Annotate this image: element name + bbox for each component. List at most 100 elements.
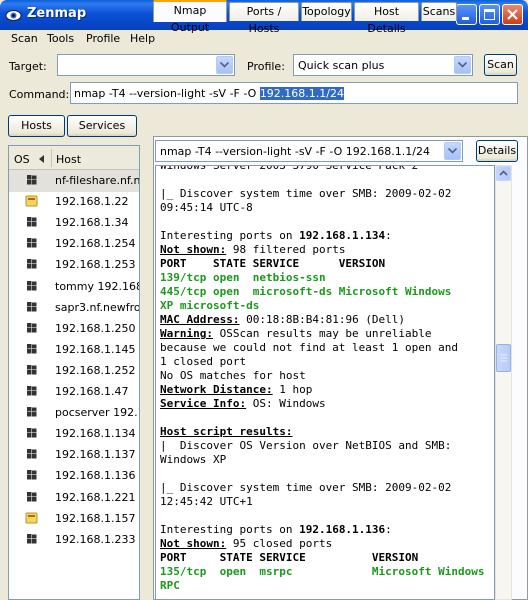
host-row[interactable]: 192.168.1.34 bbox=[9, 212, 139, 234]
host-name: 192.168.1.221 bbox=[55, 490, 136, 504]
windows-flag-icon bbox=[27, 343, 37, 354]
output-segment: because we could not find at least 1 ope… bbox=[160, 341, 459, 354]
scan-button[interactable]: Scan bbox=[484, 54, 517, 76]
tab-topology[interactable]: Topology bbox=[301, 2, 352, 21]
host-column-header[interactable]: Host bbox=[56, 153, 81, 166]
host-name: 192.168.1.47 bbox=[55, 385, 129, 398]
host-row[interactable]: 192.168.1.252 bbox=[9, 360, 139, 382]
output-line: PORT STATE SERVICE VERSION bbox=[160, 551, 485, 565]
services-toggle-button[interactable]: Services bbox=[67, 115, 137, 137]
host-name: sapr3.nf.newfront bbox=[55, 300, 140, 314]
output-segment: OS: Windows bbox=[246, 397, 326, 410]
output-segment: Host script results: bbox=[160, 425, 293, 438]
tab-scans[interactable]: Scans bbox=[421, 2, 457, 21]
profile-label: Profile: bbox=[247, 60, 285, 73]
target-label: Target: bbox=[9, 60, 47, 73]
output-command-dropdown[interactable] bbox=[444, 142, 461, 160]
chevron-down-icon bbox=[220, 62, 229, 68]
menu-tools[interactable]: Tools bbox=[47, 32, 74, 45]
output-segment: 1 closed port bbox=[160, 355, 247, 368]
host-row[interactable]: 192.168.1.47 bbox=[9, 381, 139, 403]
maximize-button[interactable] bbox=[479, 4, 500, 25]
host-row[interactable]: 192.168.1.137 bbox=[9, 444, 139, 466]
output-line: Service Info: OS: Windows bbox=[160, 397, 485, 411]
details-button[interactable]: Details bbox=[476, 140, 518, 162]
output-segment: RPC bbox=[160, 579, 180, 592]
output-line: Not shown: 95 closed ports bbox=[160, 537, 485, 551]
minimize-button[interactable] bbox=[456, 4, 477, 25]
menu-profile[interactable]: Profile bbox=[86, 32, 120, 45]
output-segment: Not shown: bbox=[160, 243, 227, 256]
host-row[interactable]: 192.168.1.233 bbox=[9, 529, 139, 551]
output-segment: Service Info: bbox=[160, 397, 247, 410]
chevron-down-icon bbox=[448, 148, 457, 154]
host-row[interactable]: 192.168.1.250 bbox=[9, 318, 139, 340]
output-line: 1 closed port bbox=[160, 355, 485, 369]
output-segment: 192.168.1.136 bbox=[299, 523, 386, 536]
host-list-header: OS Host bbox=[9, 146, 139, 170]
scroll-up-button[interactable] bbox=[496, 166, 511, 181]
output-segment: Windows Server 2003 3790 Service Pack 2 bbox=[160, 165, 419, 172]
output-line: 135/tcp open msrpc Microsoft Windows bbox=[160, 565, 485, 579]
host-row[interactable]: 192.168.1.221 bbox=[9, 487, 139, 509]
host-name: 192.168.1.254 bbox=[55, 237, 136, 251]
target-combobox[interactable] bbox=[57, 54, 235, 76]
output-segment: XP microsoft-ds bbox=[160, 299, 260, 312]
target-dropdown-button[interactable] bbox=[216, 56, 233, 74]
windows-flag-icon bbox=[27, 364, 37, 375]
chevron-up-icon bbox=[499, 170, 508, 176]
output-line: XP microsoft-ds bbox=[160, 299, 485, 313]
grip-icon bbox=[501, 354, 507, 362]
close-button[interactable] bbox=[502, 4, 523, 25]
output-scrollbar[interactable] bbox=[495, 165, 512, 600]
host-row[interactable]: 192.168.1.253 bbox=[9, 254, 139, 276]
output-line: because we could not find at least 1 ope… bbox=[160, 341, 485, 355]
host-name: 192.168.1.157 bbox=[55, 511, 136, 525]
nmap-output-text[interactable]: Windows Server 2003 3790 Service Pack 2 |… bbox=[155, 165, 495, 600]
output-line: RPC bbox=[160, 579, 485, 593]
host-row[interactable]: 192.168.1.254 bbox=[9, 233, 139, 255]
hosts-toggle-button[interactable]: Hosts bbox=[8, 115, 65, 137]
host-name: 192.168.1.34 bbox=[55, 216, 129, 230]
host-name: 192.168.1.233 bbox=[55, 532, 136, 546]
output-line: Warning: OSScan results may be unreliabl… bbox=[160, 327, 485, 341]
os-column-header[interactable]: OS bbox=[14, 153, 30, 166]
output-segment: 12:45:42 UTC+1 bbox=[160, 495, 253, 508]
output-command-select[interactable]: nmap -T4 --version-light -sV -F -O 192.1… bbox=[155, 140, 463, 162]
output-segment: 95 closed ports bbox=[226, 537, 333, 550]
host-row[interactable]: nf-fileshare.nf.newfront bbox=[9, 170, 139, 192]
output-line: 12:45:42 UTC+1 bbox=[160, 495, 485, 509]
output-lines: Windows Server 2003 3790 Service Pack 2 |… bbox=[160, 165, 485, 593]
profile-combobox[interactable]: Quick scan plus bbox=[293, 54, 473, 76]
windows-flag-icon bbox=[27, 259, 37, 269]
menu-scan[interactable]: Scan bbox=[11, 32, 38, 45]
windows-flag-icon bbox=[27, 386, 37, 396]
output-segment: 135/tcp open msrpc Microsoft Windows bbox=[160, 565, 485, 578]
host-row[interactable]: 192.168.1.157 bbox=[9, 508, 139, 530]
scroll-thumb[interactable] bbox=[496, 344, 511, 372]
output-segment: No OS matches for host bbox=[160, 369, 306, 382]
tab-nmap-output[interactable]: Nmap Output bbox=[153, 0, 227, 34]
output-segment: 445/tcp open microsoft-ds Microsoft Wind… bbox=[160, 285, 452, 298]
output-segment: 139/tcp open netbios-ssn bbox=[160, 271, 326, 284]
windows-flag-icon bbox=[27, 322, 37, 333]
tab-host-details[interactable]: Host Details bbox=[354, 2, 419, 35]
host-row[interactable]: 192.168.1.134 bbox=[9, 423, 139, 445]
menu-help[interactable]: Help bbox=[130, 32, 155, 45]
host-row[interactable]: 192.168.1.136 bbox=[9, 465, 139, 487]
host-row[interactable]: pocserver 192.16 bbox=[9, 402, 139, 424]
profile-value: Quick scan plus bbox=[298, 59, 385, 72]
output-line: 09:45:14 UTC-8 bbox=[160, 201, 485, 215]
host-name: 192.168.1.137 bbox=[55, 448, 136, 462]
host-row[interactable]: 192.168.1.145 bbox=[9, 339, 139, 361]
host-row[interactable]: 192.168.1.22 bbox=[9, 191, 139, 213]
profile-dropdown-button[interactable] bbox=[454, 56, 471, 74]
output-line: No OS matches for host bbox=[160, 369, 485, 383]
command-input[interactable]: nmap -T4 --version-light -sV -F -O 192.1… bbox=[70, 82, 518, 104]
output-segment: OSScan results may be unreliable bbox=[212, 327, 432, 340]
host-row[interactable]: tommy 192.168.1. bbox=[9, 276, 139, 298]
windows-flag-icon bbox=[27, 301, 37, 312]
tab-ports-hosts[interactable]: Ports / Hosts bbox=[229, 2, 299, 35]
host-row[interactable]: sapr3.nf.newfront bbox=[9, 297, 139, 319]
